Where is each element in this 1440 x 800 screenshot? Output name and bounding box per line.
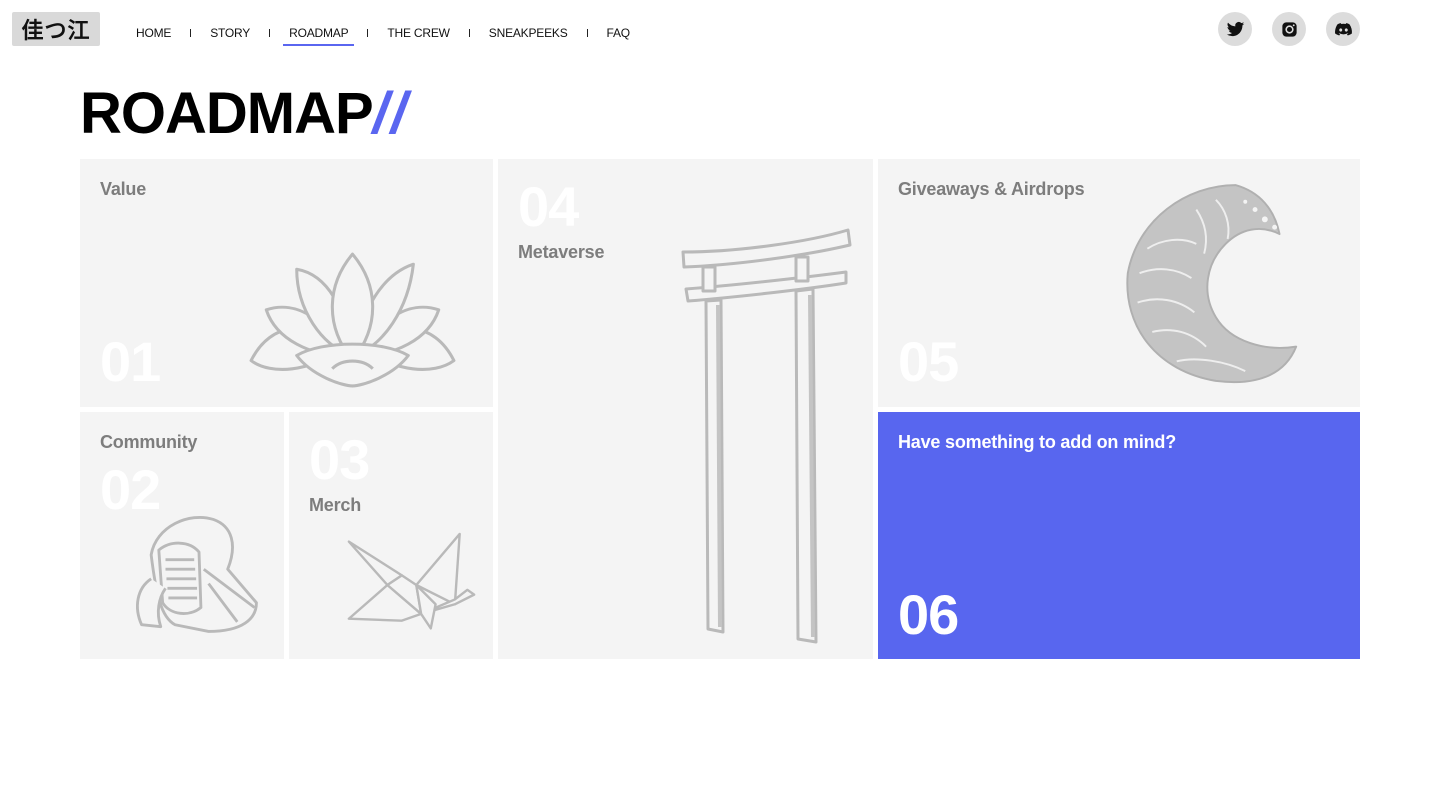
social-links [1218,12,1360,46]
instagram-button[interactable] [1272,12,1306,46]
discord-icon [1334,22,1352,36]
torii-gate-illustration [681,228,852,644]
card-number: 03 [309,428,370,491]
card-label: Giveaways & Airdrops [898,179,1085,199]
card-number: 01 [100,330,161,393]
twitter-icon [1226,21,1244,36]
main-nav: HOME STORY ROADMAP THE CREW SNEAKPEEKS F… [130,22,636,46]
card-number: 06 [898,583,959,646]
nav-story[interactable]: STORY [204,22,256,44]
paper-crane-illustration [347,532,476,630]
kendo-helmet-illustration [136,515,258,633]
roadmap-card-giveaways[interactable]: Giveaways & Airdrops 05 [878,159,1360,407]
nav-divider [468,29,470,37]
page-title-text: ROADMAP [80,81,374,146]
card-label: Merch [309,495,362,515]
title-accent: // [372,81,409,146]
card-label: Metaverse [518,242,605,262]
card-number: 02 [100,458,161,521]
page-title: ROADMAP// [80,80,409,148]
roadmap-card-metaverse[interactable]: 04 Metaverse [498,159,873,659]
nav-the-crew[interactable]: THE CREW [381,22,455,44]
twitter-button[interactable] [1218,12,1252,46]
card-label: Value [100,179,147,199]
card-label: Community [100,432,198,452]
nav-roadmap[interactable]: ROADMAP [283,22,355,46]
roadmap-card-value[interactable]: Value 01 [80,159,493,407]
nav-divider [269,29,271,37]
nav-home[interactable]: HOME [130,22,177,44]
site-logo[interactable]: 佳つ江 [12,12,100,46]
card-number: 05 [898,330,959,393]
nav-faq[interactable]: FAQ [601,22,636,44]
great-wave-illustration [1126,184,1298,384]
nav-sneakpeeks[interactable]: SNEAKPEEKS [483,22,574,44]
roadmap-card-suggestion[interactable]: Have something to add on mind? 06 [878,412,1360,659]
card-label: Have something to add on mind? [898,432,1177,452]
nav-divider [190,29,192,37]
roadmap-card-merch[interactable]: 03 Merch [289,412,493,659]
card-number: 04 [518,175,579,238]
discord-button[interactable] [1326,12,1360,46]
lotus-illustration [249,252,456,388]
nav-divider [367,29,369,37]
instagram-icon [1281,21,1297,37]
nav-divider [586,29,588,37]
roadmap-card-community[interactable]: Community 02 [80,412,284,659]
